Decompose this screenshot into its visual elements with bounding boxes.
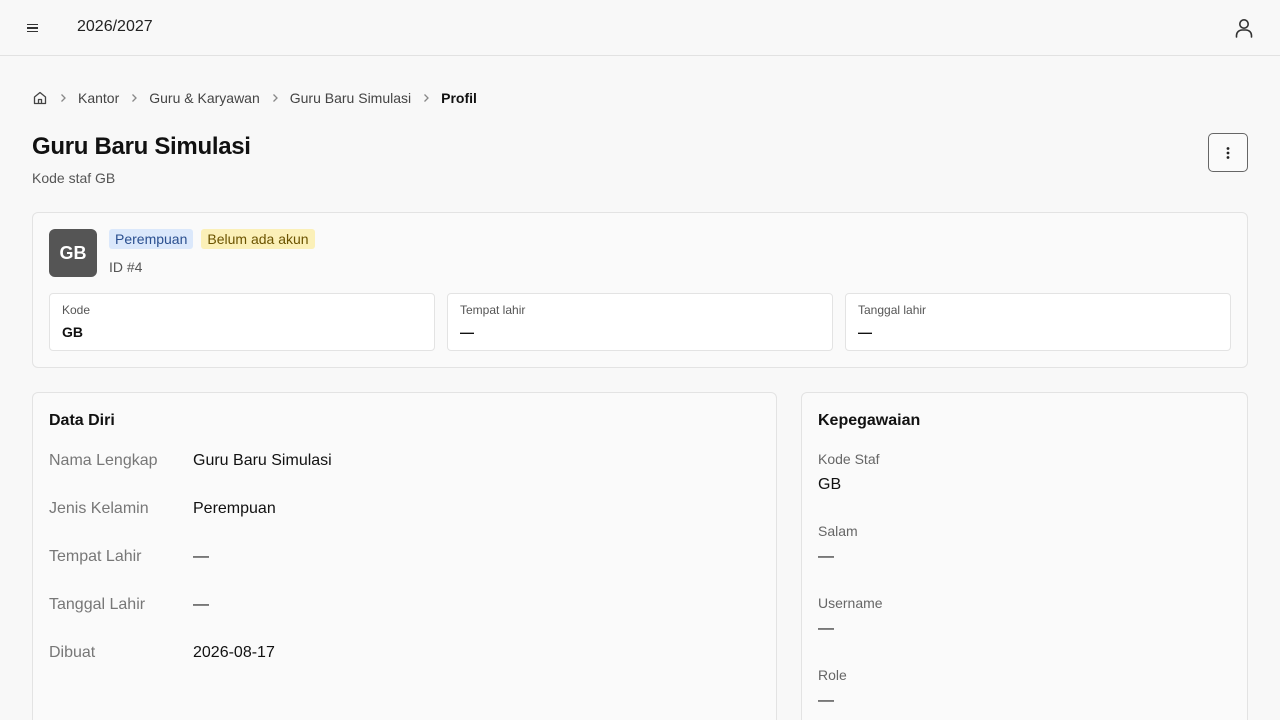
- row-label: Dibuat: [49, 644, 96, 661]
- breadcrumb-guru[interactable]: Guru Baru Simulasi: [290, 90, 411, 106]
- account-status-badge: Belum ada akun: [201, 229, 315, 249]
- field-value: GB: [818, 476, 842, 493]
- row-label: Tempat Lahir: [49, 548, 142, 565]
- kepegawaian-panel: Kepegawaian Kode Staf GB Salam — Usernam…: [801, 392, 1248, 720]
- field-value: —: [818, 692, 834, 709]
- fact-value: —: [858, 324, 872, 340]
- gender-badge: Perempuan: [109, 229, 194, 249]
- field-label: Salam: [818, 523, 858, 539]
- chevron-right-icon: [55, 90, 71, 106]
- data-diri-panel: Data Diri Nama Lengkap Guru Baru Simulas…: [32, 392, 777, 720]
- record-id: ID #4: [109, 259, 143, 275]
- more-vertical-icon: [1226, 146, 1230, 159]
- breadcrumb-profil: Profil: [441, 90, 477, 106]
- row-value: —: [193, 596, 209, 613]
- chevron-right-icon: [126, 90, 142, 106]
- field-label: Kode Staf: [818, 451, 880, 467]
- row-value: Guru Baru Simulasi: [193, 452, 332, 469]
- field-value: —: [818, 620, 834, 637]
- home-icon[interactable]: [32, 90, 48, 106]
- field-label: Username: [818, 595, 883, 611]
- more-options-button[interactable]: [1208, 133, 1248, 172]
- chevron-right-icon: [418, 90, 434, 106]
- user-icon[interactable]: [1232, 16, 1256, 40]
- fact-value: GB: [62, 324, 83, 340]
- avatar: GB: [49, 229, 97, 277]
- fact-value: —: [460, 324, 474, 340]
- page-subtitle: Kode staf GB: [32, 170, 116, 186]
- breadcrumb-guru-karyawan[interactable]: Guru & Karyawan: [149, 90, 260, 106]
- row-value: Perempuan: [193, 500, 276, 517]
- fact-label: Kode: [62, 303, 91, 317]
- row-value: 2026-08-17: [193, 644, 275, 661]
- top-bar: 2026/2027: [0, 0, 1280, 56]
- panel-title: Kepegawaian: [818, 412, 921, 429]
- row-label: Jenis Kelamin: [49, 500, 149, 517]
- fact-tempat-lahir: Tempat lahir —: [447, 293, 833, 351]
- breadcrumb: Kantor Guru & Karyawan Guru Baru Simulas…: [32, 88, 477, 108]
- chevron-right-icon: [267, 90, 283, 106]
- page-title: Guru Baru Simulasi: [32, 133, 251, 160]
- fact-label: Tanggal lahir: [858, 303, 927, 317]
- breadcrumb-kantor[interactable]: Kantor: [78, 90, 119, 106]
- field-label: Role: [818, 667, 847, 683]
- field-value: —: [818, 548, 834, 565]
- fact-tanggal-lahir: Tanggal lahir —: [845, 293, 1231, 351]
- row-label: Tanggal Lahir: [49, 596, 146, 613]
- row-value: —: [193, 548, 209, 565]
- academic-year[interactable]: 2026/2027: [77, 18, 153, 36]
- fact-kode: Kode GB: [49, 293, 435, 351]
- hamburger-menu-icon[interactable]: [20, 16, 44, 40]
- row-label: Nama Lengkap: [49, 452, 158, 469]
- fact-label: Tempat lahir: [460, 303, 526, 317]
- profile-summary-card: GB Perempuan Belum ada akun ID #4 Kode G…: [32, 212, 1248, 368]
- panel-title: Data Diri: [49, 412, 115, 429]
- badge-group: Perempuan Belum ada akun: [109, 229, 315, 249]
